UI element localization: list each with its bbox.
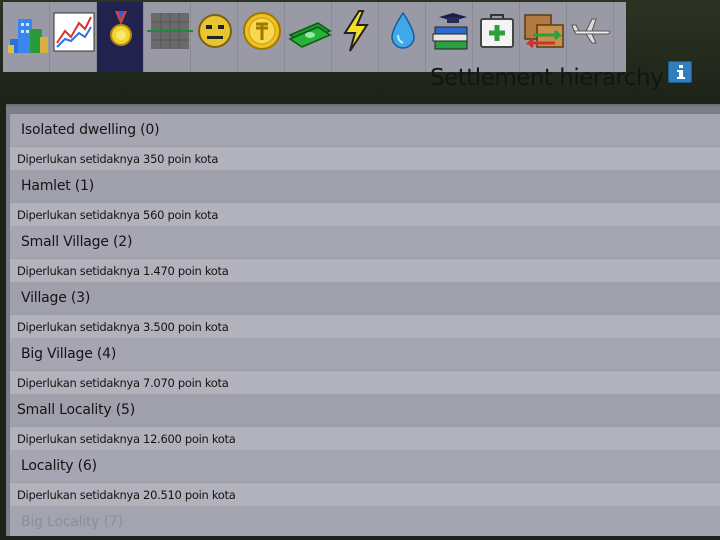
settlement-requirement: Diperlukan setidaknya 560 poin kota bbox=[17, 208, 219, 222]
trade-arrows-icon bbox=[524, 14, 564, 49]
settlement-requirement: Diperlukan setidaknya 7.070 poin kota bbox=[17, 376, 229, 390]
info-button[interactable] bbox=[668, 61, 692, 83]
lightning-icon bbox=[343, 10, 369, 52]
settlement-requirement: Diperlukan setidaknya 1.470 poin kota bbox=[17, 264, 229, 278]
tab-statistics[interactable] bbox=[50, 2, 97, 72]
tab-zoning[interactable] bbox=[144, 2, 193, 72]
settlement-name: Hamlet (1) bbox=[21, 178, 95, 194]
panel-header: Settlement hierarchy bbox=[430, 61, 720, 101]
list-item: Big Village (4) Diperlukan setidaknya 7.… bbox=[10, 338, 720, 394]
list-item: Locality (6) Diperlukan setidaknya 20.51… bbox=[10, 450, 720, 506]
settlement-name: Big Village (4) bbox=[21, 346, 117, 362]
list-item: Isolated dwelling (0) Diperlukan setidak… bbox=[10, 114, 720, 170]
row-title-bar bbox=[10, 338, 720, 371]
list-item: Small Locality (5) Diperlukan setidaknya… bbox=[10, 394, 720, 450]
tab-budget[interactable] bbox=[285, 2, 332, 72]
settlement-name: Village (3) bbox=[21, 290, 91, 306]
page-title: Settlement hierarchy bbox=[430, 65, 664, 91]
settlement-requirement: Diperlukan setidaknya 20.510 poin kota bbox=[17, 488, 236, 502]
books-education-icon bbox=[432, 13, 468, 50]
tab-taxes[interactable] bbox=[238, 2, 285, 72]
list-item: Small Village (2) Diperlukan setidaknya … bbox=[10, 226, 720, 282]
row-title-bar bbox=[10, 170, 720, 203]
settlement-name: Small Village (2) bbox=[21, 234, 133, 250]
list-item: Big Locality (7) bbox=[10, 506, 720, 536]
tab-electricity[interactable] bbox=[332, 2, 379, 72]
hierarchy-list[interactable]: Isolated dwelling (0) Diperlukan setidak… bbox=[6, 104, 720, 536]
airplane-icon bbox=[571, 18, 611, 44]
settlement-name: Locality (6) bbox=[21, 458, 97, 474]
water-drop-icon bbox=[391, 11, 415, 49]
tab-happiness[interactable] bbox=[191, 2, 238, 72]
settlement-name: Small Locality (5) bbox=[17, 402, 135, 418]
line-chart-icon bbox=[53, 12, 95, 52]
info-icon bbox=[677, 65, 685, 79]
grid-map-icon bbox=[147, 13, 193, 49]
row-title-bar bbox=[10, 282, 720, 315]
settlement-requirement: Diperlukan setidaknya 3.500 poin kota bbox=[17, 320, 229, 334]
tab-water[interactable] bbox=[379, 2, 426, 72]
first-aid-kit-icon bbox=[480, 14, 514, 48]
settlement-name: Isolated dwelling (0) bbox=[21, 122, 160, 138]
tab-settlement-hierarchy[interactable] bbox=[97, 2, 144, 72]
list-item: Hamlet (1) Diperlukan setidaknya 560 poi… bbox=[10, 170, 720, 226]
money-bills-icon bbox=[288, 22, 332, 48]
settlement-requirement: Diperlukan setidaknya 12.600 poin kota bbox=[17, 432, 236, 446]
city-buildings-icon bbox=[8, 19, 48, 53]
gold-coin-icon bbox=[243, 12, 281, 50]
smiley-face-icon bbox=[198, 14, 232, 48]
medal-icon bbox=[110, 11, 132, 46]
tab-city-overview[interactable] bbox=[3, 2, 50, 72]
settlement-requirement: Diperlukan setidaknya 350 poin kota bbox=[17, 152, 219, 166]
row-title-bar bbox=[10, 450, 720, 483]
settlement-name: Big Locality (7) bbox=[21, 514, 123, 530]
list-item: Village (3) Diperlukan setidaknya 3.500 … bbox=[10, 282, 720, 338]
